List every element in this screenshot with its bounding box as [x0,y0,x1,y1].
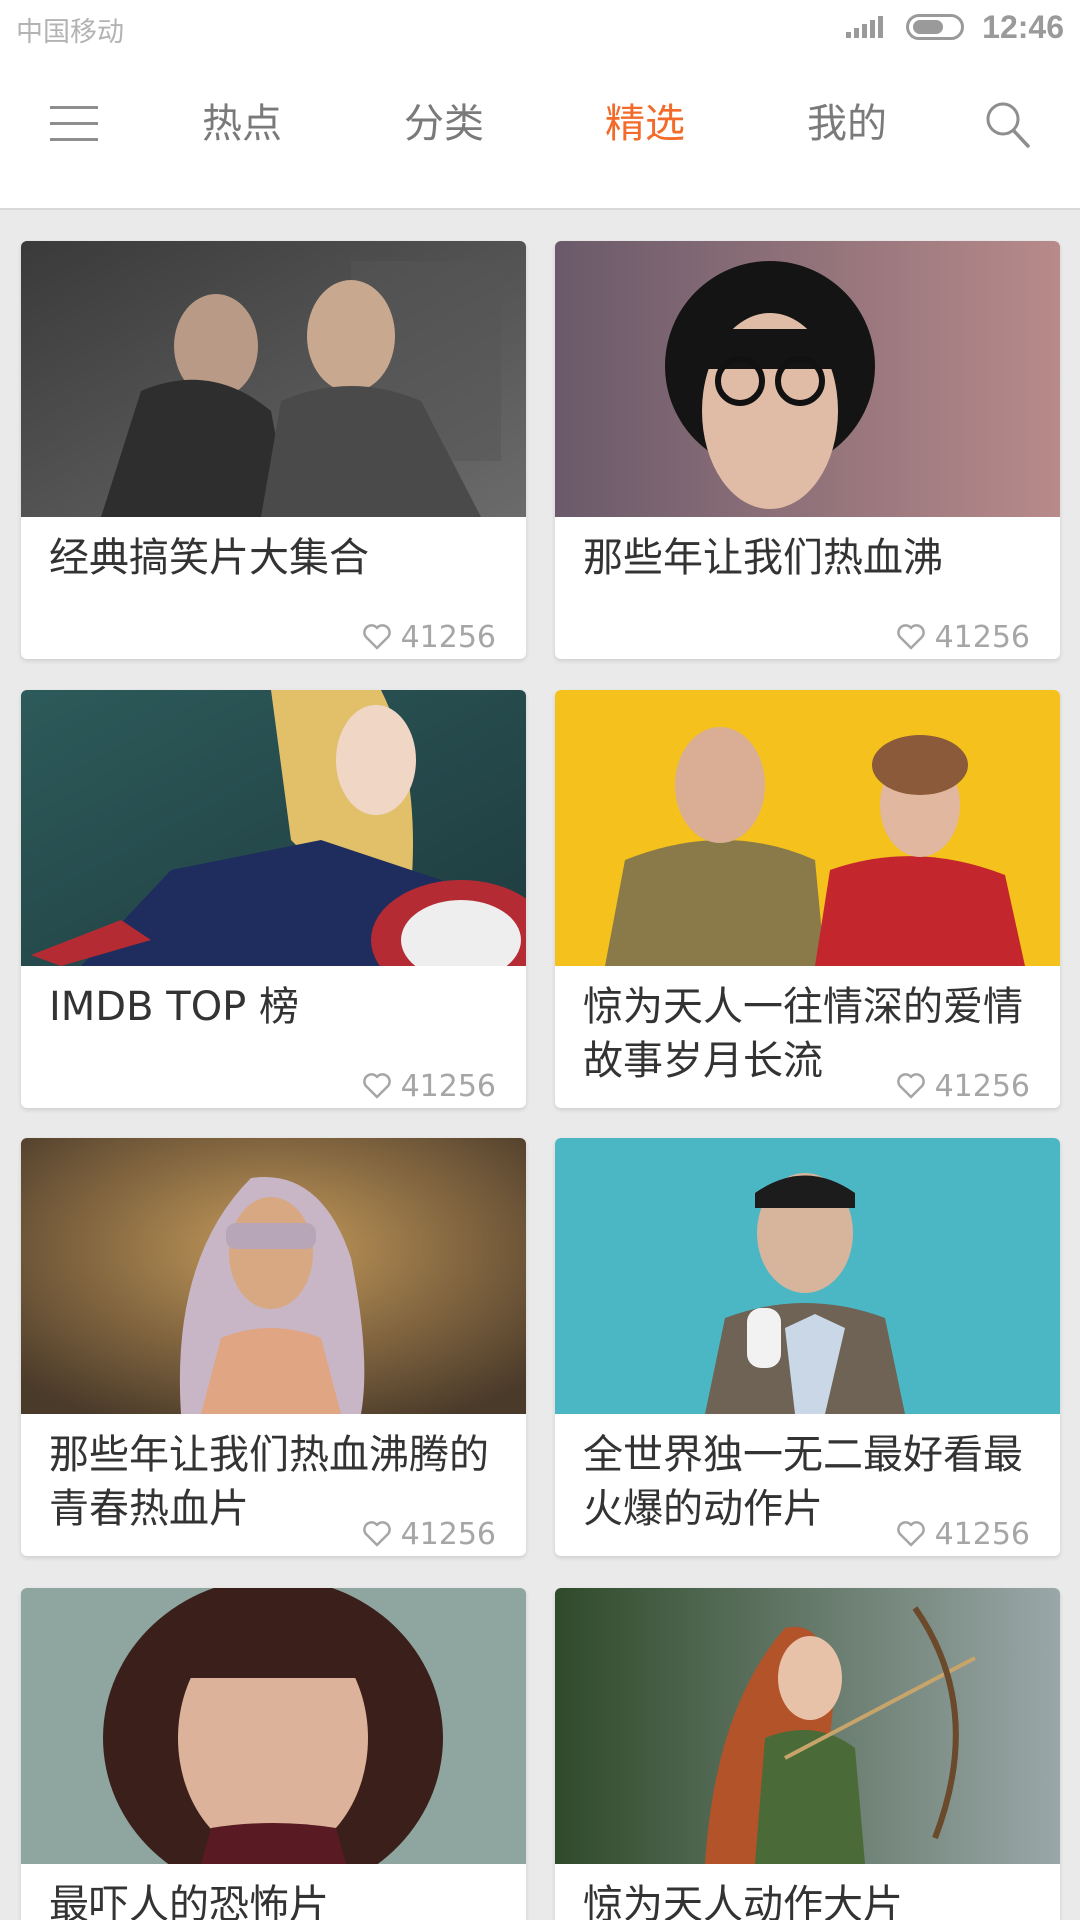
tab-hot[interactable]: 热点 [172,96,312,152]
poster-image [21,1588,526,1864]
collection-card[interactable]: 那些年让我们热血沸腾的青春热血片 41256 [21,1138,526,1556]
card-title: IMDB TOP 榜 [49,984,300,1030]
clock: 12:46 [982,8,1064,45]
collection-card[interactable]: 惊为天人动作大片 [555,1588,1060,1920]
tab-category[interactable]: 分类 [374,96,514,152]
like-count[interactable]: 41256 [356,615,496,659]
poster-image [555,1588,1060,1864]
carrier-name: 中国移动 [16,17,124,48]
collection-card[interactable]: 经典搞笑片大集合 41256 [21,241,526,659]
heart-icon [362,1073,391,1099]
signal-icon [846,16,886,38]
search-icon[interactable] [984,100,1032,150]
like-count-value: 41256 [934,1068,1030,1104]
poster-image [555,241,1060,517]
poster-image [555,690,1060,966]
like-count[interactable]: 41256 [890,615,1030,659]
tab-mine[interactable]: 我的 [777,96,917,152]
like-count-value: 41256 [400,1516,496,1552]
heart-icon [896,624,925,650]
like-count-value: 41256 [400,619,496,655]
collection-card[interactable]: 最吓人的恐怖片 [21,1588,526,1920]
card-title: 那些年让我们热血沸 [583,535,943,581]
card-title: 最吓人的恐怖片 [49,1882,329,1920]
like-count-value: 41256 [400,1068,496,1104]
menu-icon[interactable] [50,104,98,144]
battery-icon [906,14,965,40]
collection-card[interactable]: 那些年让我们热血沸 41256 [555,241,1060,659]
collection-card[interactable]: 全世界独一无二最好看最火爆的动作片 41256 [555,1138,1060,1556]
heart-icon [362,624,391,650]
status-bar: 中国移动 12:46 [0,0,1080,54]
top-nav: 热点 分类 精选 我的 [0,54,1080,210]
tab-featured[interactable]: 精选 [575,96,715,152]
poster-image [21,241,526,517]
card-title: 经典搞笑片大集合 [49,535,369,581]
status-indicators: 12:46 [846,8,1064,46]
poster-image [555,1138,1060,1414]
like-count-value: 41256 [934,1516,1030,1552]
like-count[interactable]: 41256 [356,1512,496,1556]
like-count-value: 41256 [934,619,1030,655]
like-count[interactable]: 41256 [356,1064,496,1108]
heart-icon [362,1521,391,1547]
collection-card[interactable]: IMDB TOP 榜 41256 [21,690,526,1108]
like-count[interactable]: 41256 [890,1064,1030,1108]
heart-icon [896,1073,925,1099]
heart-icon [896,1521,925,1547]
poster-image [21,1138,526,1414]
poster-image [21,690,526,966]
collection-card[interactable]: 惊为天人一往情深的爱情故事岁月长流 41256 [555,690,1060,1108]
like-count[interactable]: 41256 [890,1512,1030,1556]
card-title: 惊为天人动作大片 [583,1882,903,1920]
